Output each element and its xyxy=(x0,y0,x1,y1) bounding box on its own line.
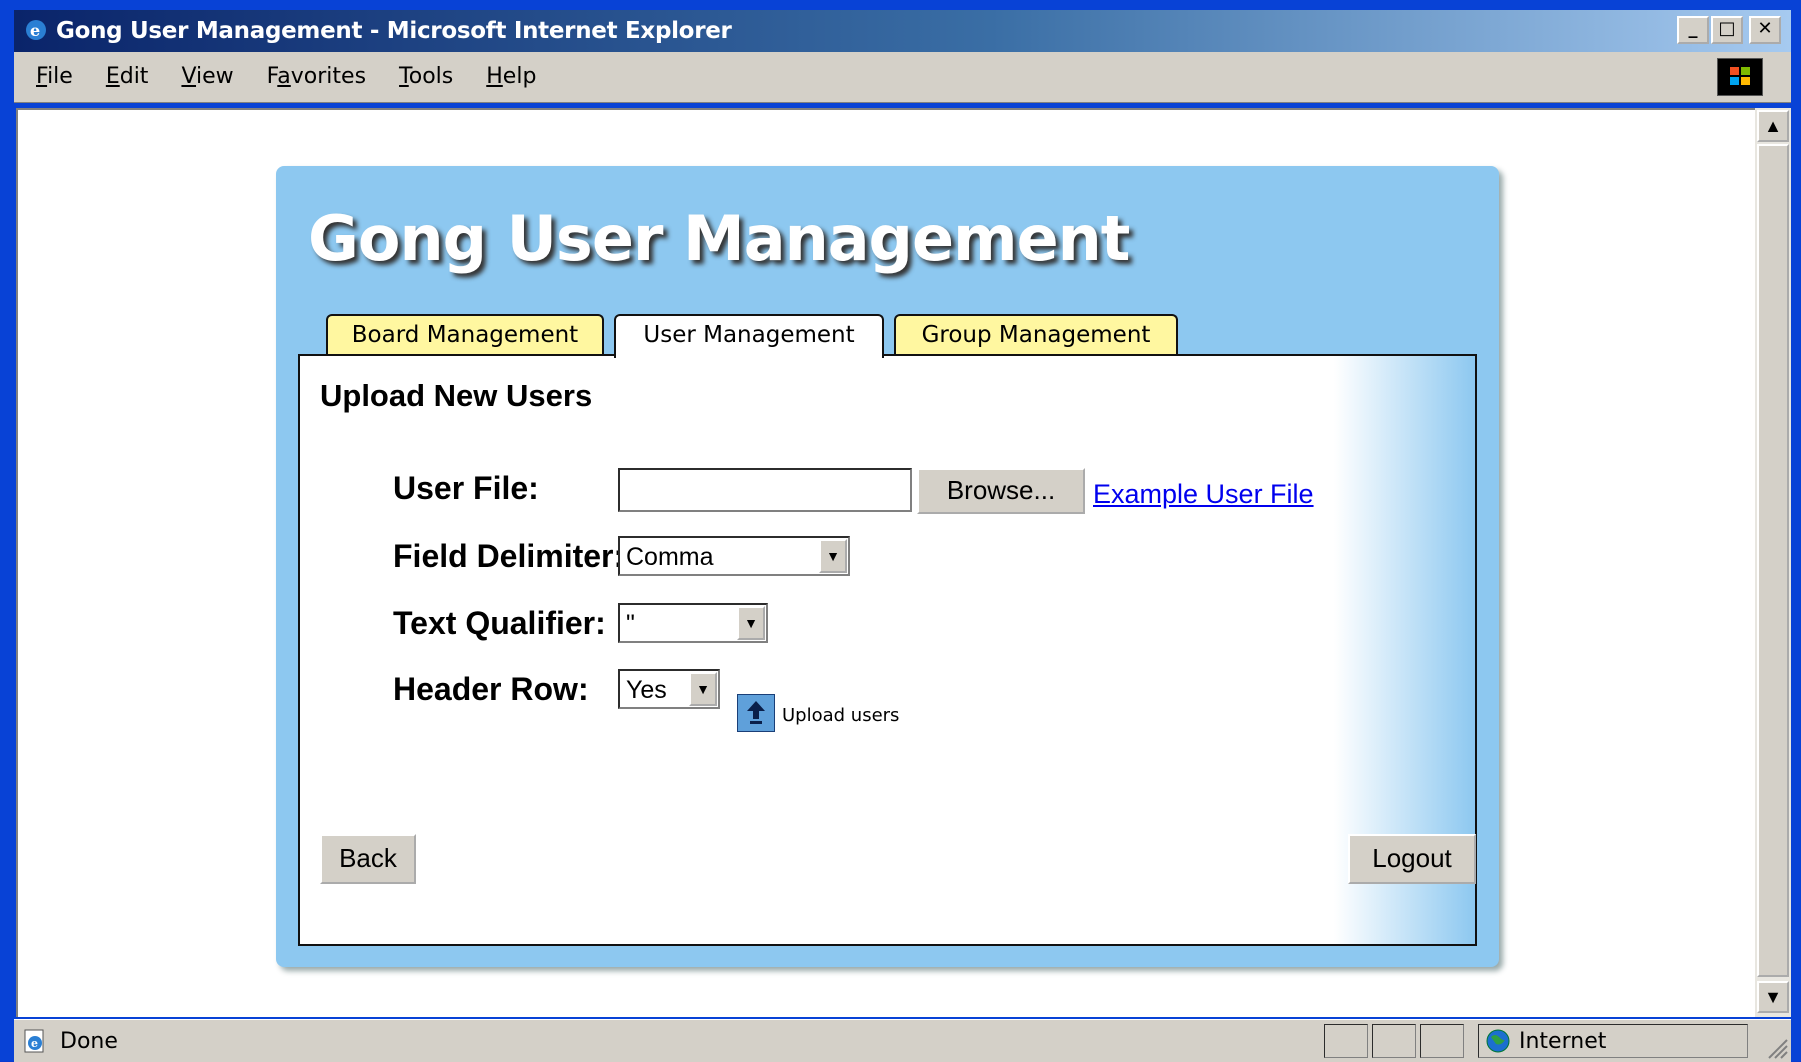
minimize-button[interactable]: _ xyxy=(1677,16,1709,44)
svg-text:e: e xyxy=(30,21,40,40)
scroll-down-button[interactable]: ▼ xyxy=(1757,981,1789,1013)
svg-text:e: e xyxy=(31,1037,38,1050)
logout-button[interactable]: Logout xyxy=(1348,834,1476,884)
browse-button[interactable]: Browse... xyxy=(917,468,1085,514)
header-row-label: Header Row: xyxy=(393,671,589,707)
scroll-thumb[interactable] xyxy=(1757,144,1789,977)
upload-users-label[interactable]: Upload users xyxy=(782,705,899,726)
text-qualifier-select[interactable]: " ▼ xyxy=(618,603,768,643)
windows-logo-throbber xyxy=(1717,58,1763,96)
upload-arrow-icon xyxy=(747,701,765,724)
internet-globe-icon xyxy=(1486,1029,1510,1053)
back-button[interactable]: Back xyxy=(320,834,416,884)
menu-edit-rest: dit xyxy=(119,64,149,89)
field-delimiter-label: Field Delimiter: xyxy=(393,538,625,574)
zone-text: Internet xyxy=(1519,1029,1607,1054)
header-row-select[interactable]: Yes ▼ xyxy=(618,669,720,709)
menu-help-rest: elp xyxy=(502,64,537,89)
menu-help[interactable]: Help xyxy=(486,64,536,89)
menu-items: File Edit View Favorites Tools Help xyxy=(36,64,569,89)
menu-tools[interactable]: Tools xyxy=(399,64,453,89)
status-pane xyxy=(1420,1024,1464,1058)
menu-file-rest: ile xyxy=(47,64,73,89)
menu-view[interactable]: View xyxy=(181,64,233,89)
menu-help-accel: H xyxy=(486,64,503,89)
menu-file-accel: F xyxy=(36,64,48,89)
header-row-value: Yes xyxy=(626,676,667,704)
status-bar: e Done Internet xyxy=(14,1019,1791,1062)
tab-board-management[interactable]: Board Management xyxy=(326,314,604,356)
text-qualifier-value: " xyxy=(626,610,635,638)
status-pane xyxy=(1324,1024,1368,1058)
vertical-scrollbar[interactable]: ▲ ▼ xyxy=(1755,108,1791,1017)
menu-tools-rest: ools xyxy=(408,64,454,89)
section-title: Upload New Users xyxy=(320,378,593,413)
status-text: Done xyxy=(60,1029,118,1054)
scroll-up-button[interactable]: ▲ xyxy=(1757,110,1789,142)
user-file-input[interactable] xyxy=(618,468,912,512)
menu-favorites[interactable]: Favorites xyxy=(267,64,366,89)
tab-user-management[interactable]: User Management xyxy=(614,314,884,358)
flag-yellow xyxy=(1741,77,1750,85)
upload-icon[interactable] xyxy=(737,694,775,732)
menu-bar: File Edit View Favorites Tools Help xyxy=(14,52,1791,103)
menu-favorites-accel: a xyxy=(277,64,291,89)
flag-red xyxy=(1730,67,1739,75)
page-viewport: Gong User Management Board Management Us… xyxy=(16,108,1757,1017)
menu-edit-accel: E xyxy=(105,64,120,89)
browser-window: e Gong User Management - Microsoft Inter… xyxy=(0,0,1801,1062)
example-user-file-link[interactable]: Example User File xyxy=(1093,479,1314,510)
caption-buttons: _ □ ✕ xyxy=(1677,16,1781,46)
window-title: Gong User Management - Microsoft Interne… xyxy=(56,18,732,44)
menu-tools-accel: T xyxy=(399,64,409,89)
maximize-button[interactable]: □ xyxy=(1711,16,1743,44)
menu-view-rest: iew xyxy=(196,64,234,89)
internet-explorer-icon: e xyxy=(26,20,46,40)
main-panel: Gong User Management Board Management Us… xyxy=(276,166,1499,967)
menu-view-accel: V xyxy=(181,64,197,89)
chevron-down-icon[interactable]: ▼ xyxy=(737,606,765,640)
field-delimiter-value: Comma xyxy=(626,543,714,571)
chevron-down-icon[interactable]: ▼ xyxy=(689,672,717,706)
page-done-icon: e xyxy=(24,1029,44,1053)
flag-green xyxy=(1741,67,1750,75)
resize-grip-icon[interactable] xyxy=(1761,1032,1789,1060)
windows-flag-icon xyxy=(1730,67,1752,87)
close-button[interactable]: ✕ xyxy=(1749,16,1781,44)
user-file-label: User File: xyxy=(393,470,539,506)
menu-edit[interactable]: Edit xyxy=(106,64,149,89)
text-qualifier-label: Text Qualifier: xyxy=(393,605,606,641)
chevron-down-icon[interactable]: ▼ xyxy=(819,539,847,573)
flag-blue xyxy=(1730,77,1739,85)
status-pane xyxy=(1372,1024,1416,1058)
menu-file[interactable]: File xyxy=(36,64,73,89)
title-bar[interactable]: e Gong User Management - Microsoft Inter… xyxy=(14,10,1791,52)
menu-favorites-prefix: F xyxy=(266,64,278,89)
app-title: Gong User Management xyxy=(308,202,1130,275)
tab-group-management[interactable]: Group Management xyxy=(894,314,1178,356)
menu-favorites-rest: vorites xyxy=(290,64,367,89)
tab-content: Upload New Users User File: Browse... Ex… xyxy=(298,354,1477,946)
field-delimiter-select[interactable]: Comma ▼ xyxy=(618,536,850,576)
